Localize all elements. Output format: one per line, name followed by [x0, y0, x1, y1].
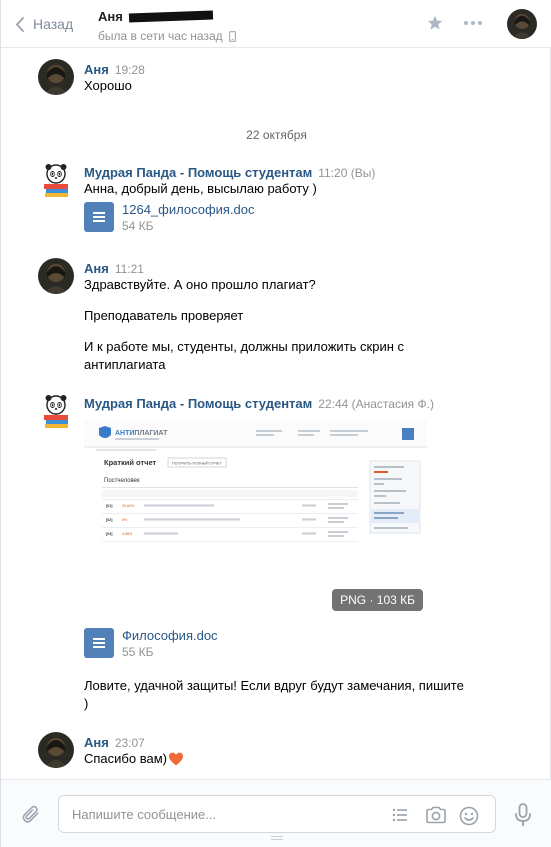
- chevron-left-icon: [16, 16, 24, 32]
- svg-text:АНТИПЛАГИАТ: АНТИПЛАГИАТ: [115, 430, 168, 437]
- message-header: Аня 19:28: [84, 62, 145, 77]
- svg-text:[02]: [02]: [106, 518, 112, 522]
- peer-status: была в сети час назад: [98, 29, 236, 43]
- message-text: Анна, добрый день, высылаю работу ): [84, 181, 317, 196]
- document-size: 54 КБ: [122, 219, 154, 233]
- message-text: Спасибо вам): [84, 750, 184, 768]
- message-text: И к работе мы, студенты, должны приложит…: [84, 339, 405, 354]
- message-time[interactable]: 23:07: [115, 736, 145, 750]
- back-button[interactable]: Назад: [15, 14, 73, 34]
- author-name[interactable]: Мудрая Панда - Помощь студентам: [84, 165, 312, 180]
- mobile-icon: [228, 30, 236, 42]
- message-time[interactable]: 11:20 (Вы): [318, 166, 375, 180]
- svg-text:ПОЛУЧИТЬ ПОЛНЫЙ ОТЧЕТ: ПОЛУЧИТЬ ПОЛНЫЙ ОТЧЕТ: [172, 462, 222, 466]
- message-text: антиплагиата: [84, 357, 166, 372]
- svg-text:[01]: [01]: [106, 504, 112, 508]
- resize-handle[interactable]: [271, 836, 283, 842]
- peer-name-text: Аня: [98, 9, 123, 24]
- document-icon[interactable]: [84, 628, 114, 658]
- avatar[interactable]: [38, 59, 74, 95]
- heart-emoji-icon: [168, 752, 183, 766]
- document-name[interactable]: Философия.doc: [122, 628, 218, 643]
- avatar[interactable]: [38, 732, 74, 768]
- svg-text:8%: 8%: [122, 518, 128, 522]
- peer-status-text: была в сети час назад: [98, 29, 223, 43]
- message-text: ): [84, 696, 89, 711]
- author-name[interactable]: Аня: [84, 62, 109, 77]
- message-time[interactable]: 22:44 (Анастасия Ф.): [318, 397, 434, 411]
- back-label: Назад: [33, 16, 74, 32]
- svg-text:[03]: [03]: [106, 532, 112, 536]
- camera-icon[interactable]: [425, 806, 447, 824]
- svg-text:Краткий отчет: Краткий отчет: [104, 458, 157, 467]
- peer-name[interactable]: Аня: [98, 9, 236, 24]
- message-text: Хорошо: [84, 78, 132, 93]
- chat-window: Назад Аня была в сети час назад Аня 19:2…: [0, 0, 551, 847]
- svg-text:4,88%: 4,88%: [122, 532, 133, 536]
- document-name[interactable]: 1264_философия.doc: [122, 202, 255, 217]
- redaction-bar: [128, 10, 213, 23]
- chat-header: Назад Аня была в сети час назад: [1, 0, 551, 48]
- template-list-icon[interactable]: [391, 806, 409, 824]
- message-header: Аня 11:21: [84, 261, 144, 276]
- paperclip-icon[interactable]: [21, 804, 41, 826]
- author-name[interactable]: Мудрая Панда - Помощь студентам: [84, 396, 312, 411]
- more-icon[interactable]: [463, 20, 483, 26]
- document-icon[interactable]: [84, 202, 114, 232]
- smile-icon[interactable]: [459, 806, 479, 826]
- microphone-icon[interactable]: [514, 803, 532, 827]
- date-separator: 22 октября: [246, 128, 307, 142]
- message-header: Мудрая Панда - Помощь студентам 22:44 (Ан…: [84, 396, 434, 411]
- author-name[interactable]: Аня: [84, 261, 109, 276]
- message-text-content: Спасибо вам): [84, 751, 167, 766]
- message-text: Здравствуйте. А оно прошло плагиат?: [84, 277, 316, 292]
- svg-text:Постчеловек: Постчеловек: [104, 478, 140, 484]
- star-icon[interactable]: [426, 14, 444, 32]
- message-text: Ловите, удачной защиты! Если вдруг будут…: [84, 678, 464, 693]
- message-input[interactable]: Напишите сообщение...: [58, 795, 496, 833]
- message-input-placeholder: Напишите сообщение...: [72, 807, 217, 822]
- message-text: Преподаватель проверяет: [84, 308, 244, 323]
- peer-avatar[interactable]: [507, 9, 537, 39]
- peer-info[interactable]: Аня была в сети час назад: [98, 9, 236, 43]
- author-name[interactable]: Аня: [84, 735, 109, 750]
- message-header: Мудрая Панда - Помощь студентам 11:20 (Вы…: [84, 165, 375, 180]
- file-info-badge: PNG · 103 КБ: [332, 589, 423, 611]
- svg-text:26,60%: 26,60%: [122, 504, 135, 508]
- message-header: Аня 23:07: [84, 735, 145, 750]
- report-screenshot: АНТИПЛАГИАТ Краткий отчет ПОЛУЧИТЬ ПОЛНЫ…: [84, 421, 427, 617]
- message-time[interactable]: 19:28: [115, 63, 145, 77]
- message-time[interactable]: 11:21: [115, 262, 144, 276]
- photo-attachment[interactable]: АНТИПЛАГИАТ Краткий отчет ПОЛУЧИТЬ ПОЛНЫ…: [84, 421, 427, 617]
- avatar[interactable]: [38, 258, 74, 294]
- avatar[interactable]: [38, 393, 74, 429]
- avatar[interactable]: [38, 162, 74, 198]
- document-size: 55 КБ: [122, 645, 154, 659]
